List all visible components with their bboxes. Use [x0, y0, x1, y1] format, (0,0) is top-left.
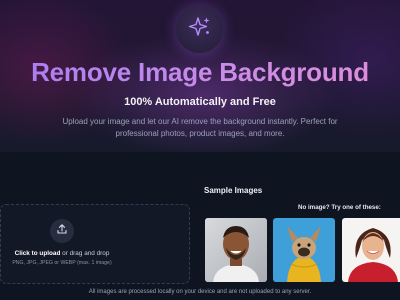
sample-image-woman[interactable] — [342, 218, 400, 282]
drag-drop-text: or drag and drop — [60, 250, 110, 257]
sample-images-heading: Sample Images — [204, 186, 263, 195]
upload-formats: PNG, JPG, JPEG or WEBP (max. 1 image) — [12, 260, 112, 266]
sparkles-icon — [188, 15, 212, 44]
page-description: Upload your image and let our AI remove … — [62, 117, 338, 138]
sample-image-dog[interactable] — [273, 218, 335, 282]
sample-image-man[interactable] — [205, 218, 267, 282]
logo-badge — [176, 6, 223, 53]
upload-icon-badge — [50, 219, 74, 243]
upload-icon — [56, 222, 68, 240]
upload-instructions: Click to upload or drag and drop — [1, 250, 123, 257]
hero-section: Remove Image Background 100% Automatical… — [0, 0, 400, 152]
click-to-upload-link[interactable]: Click to upload — [15, 250, 61, 257]
page-subtitle: 100% Automatically and Free — [124, 96, 276, 108]
sample-prompt: No image? Try one of these: — [298, 204, 381, 211]
page-title: Remove Image Background — [0, 57, 400, 88]
upload-dropzone[interactable]: Click to upload or drag and drop PNG, JP… — [0, 204, 190, 284]
page: Remove Image Background 100% Automatical… — [0, 0, 400, 300]
privacy-note: All images are processed locally on your… — [88, 289, 312, 295]
